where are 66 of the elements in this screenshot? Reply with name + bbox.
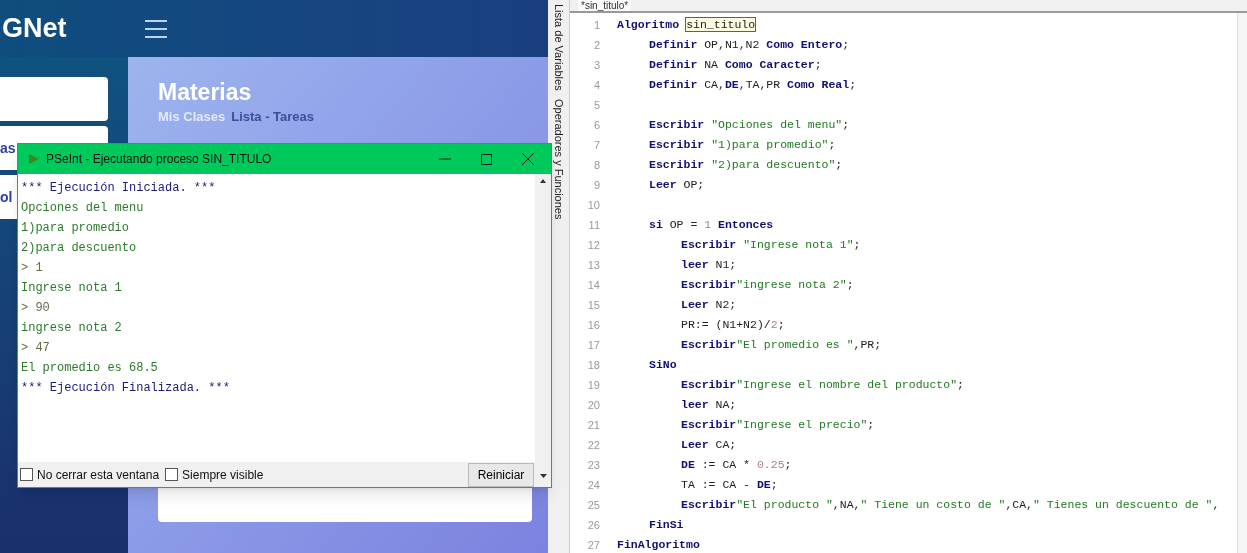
code-line: leer NA; <box>681 397 737 413</box>
line-number: 7 <box>592 138 600 153</box>
line-number: 26 <box>586 518 600 533</box>
console-line: > 1 <box>21 260 43 277</box>
code-line: TA := CA - DE; <box>681 477 778 493</box>
line-number: 12 <box>586 238 600 253</box>
line-number: 22 <box>586 438 600 453</box>
code-line: Escribir "1)para promedio"; <box>649 137 836 153</box>
code-line: Algoritmo sin_titulo <box>617 17 756 33</box>
line-number: 17 <box>586 338 600 353</box>
console-line: 1)para promedio <box>21 220 130 237</box>
line-number: 27 <box>586 538 600 553</box>
line-number: 5 <box>592 98 600 113</box>
console-line: ingrese nota 2 <box>21 320 122 337</box>
console-line: 2)para descuento <box>21 240 137 257</box>
code-line: Escribir"ingrese nota 2"; <box>681 277 854 293</box>
code-line: FinSi <box>649 517 684 533</box>
console-line: > 47 <box>21 340 50 357</box>
line-number: 6 <box>592 118 600 133</box>
console-line: *** Ejecución Iniciada. *** <box>21 180 216 197</box>
code-line: Definir OP,N1,N2 Como Entero; <box>649 37 850 53</box>
line-number: 3 <box>592 58 600 73</box>
line-number: 11 <box>587 218 600 233</box>
console-line: Ingrese nota 1 <box>21 280 122 297</box>
code-line: Escribir"Ingrese el nombre del producto"; <box>681 377 964 393</box>
code-line: Escribir "2)para descuento"; <box>649 157 843 173</box>
console-line: Opciones del menu <box>21 200 144 217</box>
line-number: 13 <box>586 258 600 273</box>
code-line: PR:= (N1+N2)/2; <box>681 317 785 333</box>
code-line: Definir CA,DE,TA,PR Como Real; <box>649 77 857 93</box>
line-number: 24 <box>586 478 600 493</box>
line-number: 9 <box>592 178 600 193</box>
code-line: Leer N2; <box>681 297 737 313</box>
code-line: Leer CA; <box>681 437 737 453</box>
page-title: Materias <box>158 79 253 105</box>
line-number: 23 <box>586 458 600 473</box>
line-number: 16 <box>586 318 600 333</box>
code-line: Escribir"El producto ",NA," Tiene un costo de ",CA," Tienes un descuento de ", <box>681 497 1220 513</box>
line-number: 2 <box>592 38 600 53</box>
line-number: 10 <box>586 198 600 213</box>
code-line: FinAlgoritmo <box>617 537 700 553</box>
line-number: 19 <box>586 378 600 393</box>
line-number: 1 <box>592 18 600 33</box>
console-line: *** Ejecución Finalizada. *** <box>21 380 230 397</box>
line-number: 18 <box>586 358 600 373</box>
code-line: Definir NA Como Caracter; <box>649 57 822 73</box>
console-line: El promedio es 68.5 <box>21 360 158 377</box>
code-line: si OP = 1 Entonces <box>649 217 774 233</box>
code-line: leer N1; <box>681 257 737 273</box>
line-number: 14 <box>586 278 600 293</box>
line-number: 15 <box>586 298 600 313</box>
code-line: DE := CA * 0.25; <box>681 457 792 473</box>
line-number: 21 <box>586 418 600 433</box>
line-number: 4 <box>592 78 600 93</box>
code-line: Escribir "Ingrese nota 1"; <box>681 237 861 253</box>
code-line: Escribir "Opciones del menu"; <box>649 117 850 133</box>
console-line: > 90 <box>21 300 50 317</box>
code-line: SiNo <box>649 357 677 373</box>
code-line: Escribir"Ingrese el precio"; <box>681 417 875 433</box>
window-title: PSeInt - Ejecutando proceso SIN_TITULO <box>46 151 273 168</box>
line-number: 20 <box>586 398 600 413</box>
line-number: 8 <box>592 158 600 173</box>
logo-text: GNet <box>2 13 67 44</box>
code-line: Leer OP; <box>649 177 705 193</box>
code-line: Escribir"El promedio es ",PR; <box>681 337 882 353</box>
line-number: 25 <box>586 498 600 513</box>
